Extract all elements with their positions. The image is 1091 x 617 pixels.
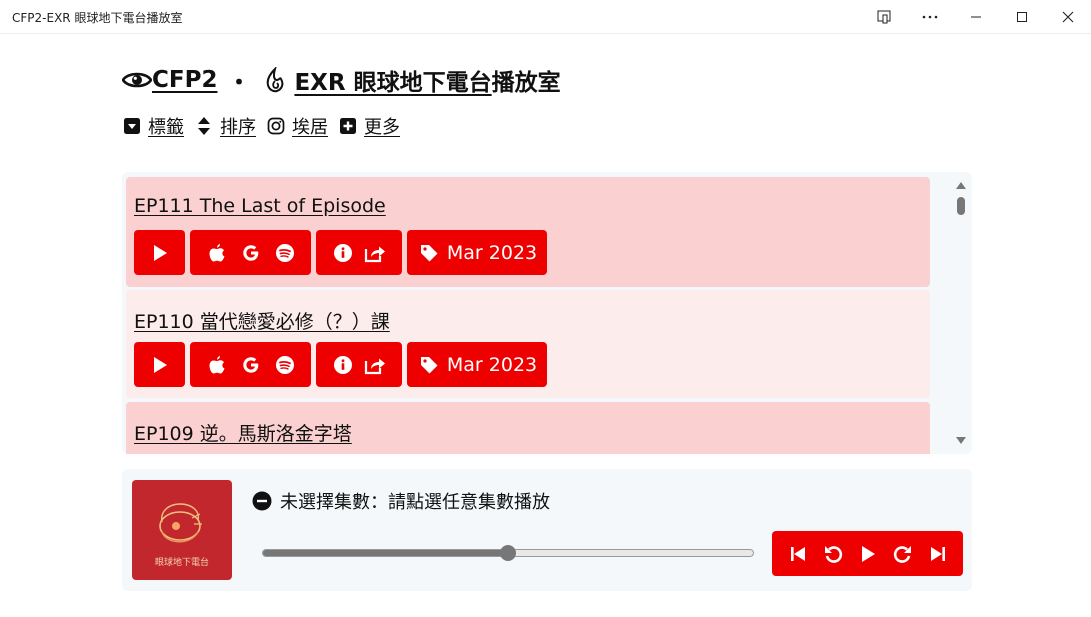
nav-label-tags[interactable]: 標籤 [148, 113, 184, 139]
scroll-down-icon[interactable] [956, 437, 966, 444]
page-name: 播放室 [491, 70, 561, 96]
rewind-icon[interactable] [821, 542, 845, 566]
show-name-link[interactable]: EXR 眼球地下電台 [294, 63, 491, 97]
google-icon [239, 353, 263, 377]
close-button[interactable] [1045, 0, 1091, 34]
nav-item-tags[interactable]: 標籤 [122, 113, 184, 139]
play-episode-button[interactable] [134, 230, 185, 275]
info-icon [331, 241, 355, 265]
spotify-icon [273, 241, 297, 265]
tag-icon [417, 353, 441, 377]
scroll-up-icon[interactable] [956, 182, 966, 189]
caret-square-down-icon [122, 116, 142, 136]
play-icon [148, 353, 172, 377]
tag-icon [417, 241, 441, 265]
info-share-button[interactable] [316, 230, 402, 275]
episode-title-link[interactable]: EP109 逆。馬斯洛金字塔 [134, 419, 352, 446]
episode-actions: Mar 2023 [134, 230, 552, 275]
share-icon [363, 241, 387, 265]
more-options-icon[interactable] [907, 0, 953, 34]
skip-back-icon[interactable] [786, 542, 810, 566]
flame-icon [260, 65, 290, 95]
skip-forward-icon[interactable] [926, 542, 950, 566]
list-item: EP110 當代戀愛必修（？）課 Mar 2023 [126, 290, 930, 398]
sort-icon [194, 116, 214, 136]
info-share-button[interactable] [316, 342, 402, 387]
episode-actions: Mar 2023 [134, 342, 552, 387]
google-icon [239, 241, 263, 265]
progress-knob[interactable] [500, 545, 516, 561]
nav-label-instagram[interactable]: 埃居 [292, 113, 328, 139]
page-header: CFP2 ・ EXR 眼球地下電台 播放室 [122, 62, 561, 98]
episode-title-link[interactable]: EP110 當代戀愛必修（？）課 [134, 307, 390, 334]
window-titlebar: CFP2-EXR 眼球地下電台播放室 [0, 0, 1091, 34]
play-icon[interactable] [856, 542, 880, 566]
progress-slider[interactable] [262, 545, 754, 561]
window-title: CFP2-EXR 眼球地下電台播放室 [12, 11, 183, 25]
list-item: EP109 逆。馬斯洛金字塔 [126, 402, 930, 454]
eye-icon [122, 65, 152, 95]
sub-navigation: 標籤 排序 埃居 更多 [122, 112, 410, 140]
player-status: 未選擇集數：請點選任意集數播放 [252, 488, 550, 514]
playback-controls [772, 531, 963, 576]
episode-list[interactable]: EP111 The Last of Episode Mar 2023 EP110… [122, 172, 972, 454]
window-controls [861, 0, 1091, 34]
date-tag-button[interactable]: Mar 2023 [407, 342, 547, 387]
instagram-icon [266, 116, 286, 136]
nav-label-sort[interactable]: 排序 [220, 113, 256, 139]
minus-circle-icon [252, 491, 272, 511]
player-status-text: 未選擇集數：請點選任意集數播放 [280, 492, 550, 513]
apple-icon [205, 241, 229, 265]
header-separator: ・ [227, 70, 251, 96]
platform-links-button[interactable] [190, 342, 311, 387]
maximize-button[interactable] [999, 0, 1045, 34]
list-item: EP111 The Last of Episode Mar 2023 [126, 177, 930, 287]
episode-date: Mar 2023 [446, 241, 538, 264]
cast-icon[interactable] [861, 0, 907, 34]
spotify-icon [273, 353, 297, 377]
forward-icon[interactable] [891, 542, 915, 566]
nav-item-more[interactable]: 更多 [338, 113, 400, 139]
platform-links-button[interactable] [190, 230, 311, 275]
audio-player: 眼球地下電台 未選擇集數：請點選任意集數播放 [122, 469, 972, 591]
podcast-cover-image: 眼球地下電台 [132, 480, 232, 580]
play-episode-button[interactable] [134, 342, 185, 387]
date-tag-button[interactable]: Mar 2023 [407, 230, 547, 275]
info-icon [331, 353, 355, 377]
play-icon [148, 241, 172, 265]
nav-label-more[interactable]: 更多 [364, 113, 400, 139]
cover-logo-text: 眼球地下電台 [154, 558, 209, 568]
episode-title-link[interactable]: EP111 The Last of Episode [134, 195, 386, 217]
nav-item-sort[interactable]: 排序 [194, 113, 256, 139]
share-icon [363, 353, 387, 377]
plus-square-icon [338, 116, 358, 136]
episode-date: Mar 2023 [446, 353, 538, 376]
scrollbar-thumb[interactable] [957, 197, 965, 215]
apple-icon [205, 353, 229, 377]
progress-fill [263, 550, 508, 556]
nav-item-instagram[interactable]: 埃居 [266, 113, 328, 139]
brand-link[interactable]: CFP2 [152, 67, 217, 93]
minimize-button[interactable] [953, 0, 999, 34]
list-scrollbar[interactable] [950, 172, 972, 454]
